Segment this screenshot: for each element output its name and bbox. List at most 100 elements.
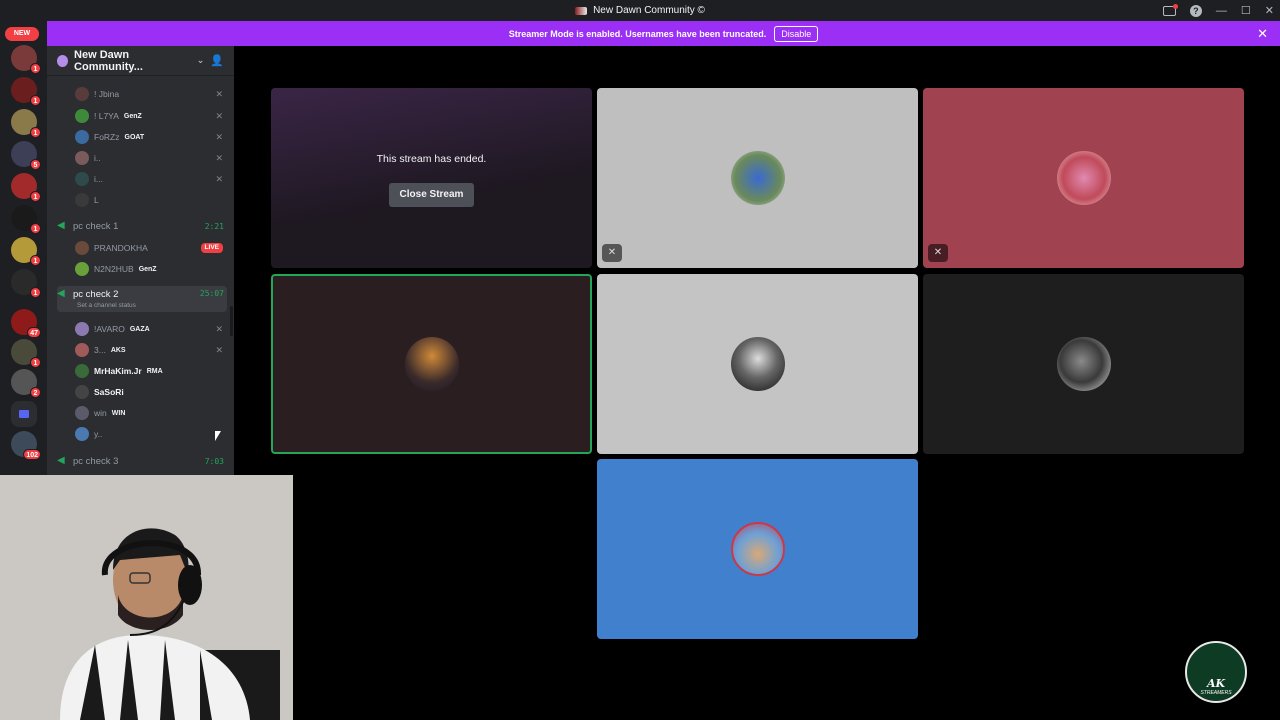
server-icon[interactable]: 1 xyxy=(11,77,41,106)
avatar xyxy=(730,337,785,391)
server-icon[interactable]: 47 xyxy=(11,309,41,338)
channel-name: pc check 1 xyxy=(73,220,119,232)
mention-badge: 1 xyxy=(30,255,41,266)
voice-user[interactable]: win WIN xyxy=(75,404,225,422)
channel-sidebar: New Dawn Community... ⌄ 👤 ! Jbina ✕ ! L7Y… xyxy=(47,46,234,476)
voice-channel-pc-check-2[interactable]: ◀ pc check 2 25:07 Set a channel status xyxy=(57,286,227,312)
logo-text: AK xyxy=(1206,677,1226,690)
server-badge-icon xyxy=(57,54,69,67)
participant-tile[interactable]: ✕ xyxy=(923,88,1244,268)
user-name: PRANDOKHA xyxy=(94,243,148,253)
maximize-icon[interactable]: ☐ xyxy=(1241,4,1251,17)
user-name: FoRZz xyxy=(94,132,120,142)
deafened-icon: ✕ xyxy=(215,323,223,334)
voice-user[interactable]: i.. ✕ xyxy=(75,149,225,167)
folder-icon xyxy=(19,410,29,418)
deafened-icon: ✕ xyxy=(928,244,948,262)
avatar xyxy=(75,343,89,357)
server-icon[interactable]: 1 xyxy=(11,339,41,368)
close-stream-button[interactable]: Close Stream xyxy=(389,183,474,207)
avatar xyxy=(75,406,89,420)
server-folder-icon[interactable] xyxy=(11,401,37,427)
disable-streamer-mode-button[interactable]: Disable xyxy=(774,25,819,42)
invite-people-icon[interactable]: 👤 xyxy=(210,54,224,67)
voice-user[interactable]: i... ✕ xyxy=(75,170,225,188)
server-icon[interactable]: 102 xyxy=(11,431,41,460)
channel-name: pc check 3 xyxy=(73,455,119,467)
avatar xyxy=(75,130,89,144)
server-icon[interactable]: 5 xyxy=(11,141,41,170)
speaking-participant-tile[interactable] xyxy=(271,274,592,454)
help-icon[interactable]: ? xyxy=(1189,4,1202,17)
avatar xyxy=(730,151,785,205)
avatar xyxy=(75,151,89,165)
user-name: N2N2HUB xyxy=(94,264,134,274)
voice-user[interactable]: !AVARO GAZA ✕ xyxy=(75,320,225,338)
voice-user[interactable]: L xyxy=(75,191,225,209)
voice-user[interactable]: ! Jbina ✕ xyxy=(75,85,225,103)
mention-badge: 47 xyxy=(27,327,41,338)
chevron-down-icon[interactable]: ⌄ xyxy=(197,55,205,66)
server-icon[interactable]: 1 xyxy=(11,205,41,234)
avatar xyxy=(75,87,89,101)
avatar xyxy=(730,522,785,576)
voice-stage: This stream has ended. Close Stream ✕ ✕ xyxy=(234,46,1280,720)
avatar xyxy=(1056,337,1111,391)
new-badge[interactable]: NEW xyxy=(5,27,39,41)
server-icon[interactable]: 1 xyxy=(11,237,41,266)
mention-badge: 5 xyxy=(30,159,41,170)
avatar xyxy=(75,364,89,378)
live-badge: LIVE xyxy=(200,243,223,253)
server-icon[interactable]: 1 xyxy=(11,45,41,74)
voice-user[interactable]: N2N2HUB GenZ xyxy=(75,260,225,278)
participant-tile[interactable]: ✕ xyxy=(597,88,918,268)
voice-user[interactable]: 3... AKS ✕ xyxy=(75,341,225,359)
server-header[interactable]: New Dawn Community... ⌄ 👤 xyxy=(47,46,234,76)
participant-tile[interactable] xyxy=(597,459,918,639)
deafened-icon: ✕ xyxy=(215,131,223,142)
participant-tile[interactable] xyxy=(923,274,1244,454)
voice-user[interactable]: y.. xyxy=(75,425,225,443)
mention-badge: 1 xyxy=(30,63,41,74)
voice-user[interactable]: PRANDOKHA LIVE xyxy=(75,239,225,257)
banner-text: Streamer Mode is enabled. Usernames have… xyxy=(508,28,767,39)
server-icon[interactable]: 2 xyxy=(11,369,41,398)
voice-user[interactable]: ! L7YA GenZ ✕ xyxy=(75,107,225,125)
server-icon[interactable]: 1 xyxy=(11,109,41,138)
avatar xyxy=(75,193,89,207)
mention-badge: 1 xyxy=(30,357,41,368)
mouse-cursor xyxy=(215,431,221,441)
voice-channel-pc-check-3[interactable]: ◀ pc check 3 7:03 xyxy=(57,451,227,471)
window-titlebar: New Dawn Community © ? — ☐ ✕ xyxy=(0,0,1280,21)
deafened-icon: ✕ xyxy=(602,244,622,262)
channel-status-hint[interactable]: Set a channel status xyxy=(77,302,136,309)
user-tag: GAZA xyxy=(129,325,150,333)
stream-ended-text: This stream has ended. xyxy=(376,153,487,165)
server-icon[interactable]: 1 xyxy=(11,269,41,298)
mention-badge: 1 xyxy=(30,127,41,138)
server-icon[interactable]: 1 xyxy=(11,173,41,202)
minimize-icon[interactable]: — xyxy=(1216,5,1227,17)
user-name: MrHaKim.Jr xyxy=(94,366,142,376)
deafened-icon: ✕ xyxy=(215,88,223,99)
avatar xyxy=(404,337,459,391)
logo-subtext: STREAMERS xyxy=(1200,690,1232,696)
screen-share-icon[interactable] xyxy=(1162,3,1178,16)
voice-user[interactable]: FoRZz GOAT ✕ xyxy=(75,128,225,146)
voice-channel-icon: ◀ xyxy=(57,288,65,299)
voice-user[interactable]: MrHaKim.Jr RMA xyxy=(75,362,225,380)
mention-badge: 1 xyxy=(30,95,41,106)
channel-logo: AK STREAMERS xyxy=(1185,641,1247,703)
user-name: !AVARO xyxy=(94,324,125,334)
sidebar-scrollbar[interactable] xyxy=(230,306,233,336)
voice-channel-icon: ◀ xyxy=(57,220,65,231)
voice-user[interactable]: SaSoRi xyxy=(75,383,225,401)
mention-badge: 2 xyxy=(30,387,41,398)
voice-channel-pc-check-1[interactable]: ◀ pc check 1 2:21 xyxy=(57,216,227,236)
user-name: L xyxy=(94,195,99,205)
channel-timer: 7:03 xyxy=(204,456,224,466)
close-banner-icon[interactable]: ✕ xyxy=(1257,26,1268,42)
close-icon[interactable]: ✕ xyxy=(1265,4,1274,17)
webcam-feed xyxy=(0,475,293,720)
participant-tile[interactable] xyxy=(597,274,918,454)
